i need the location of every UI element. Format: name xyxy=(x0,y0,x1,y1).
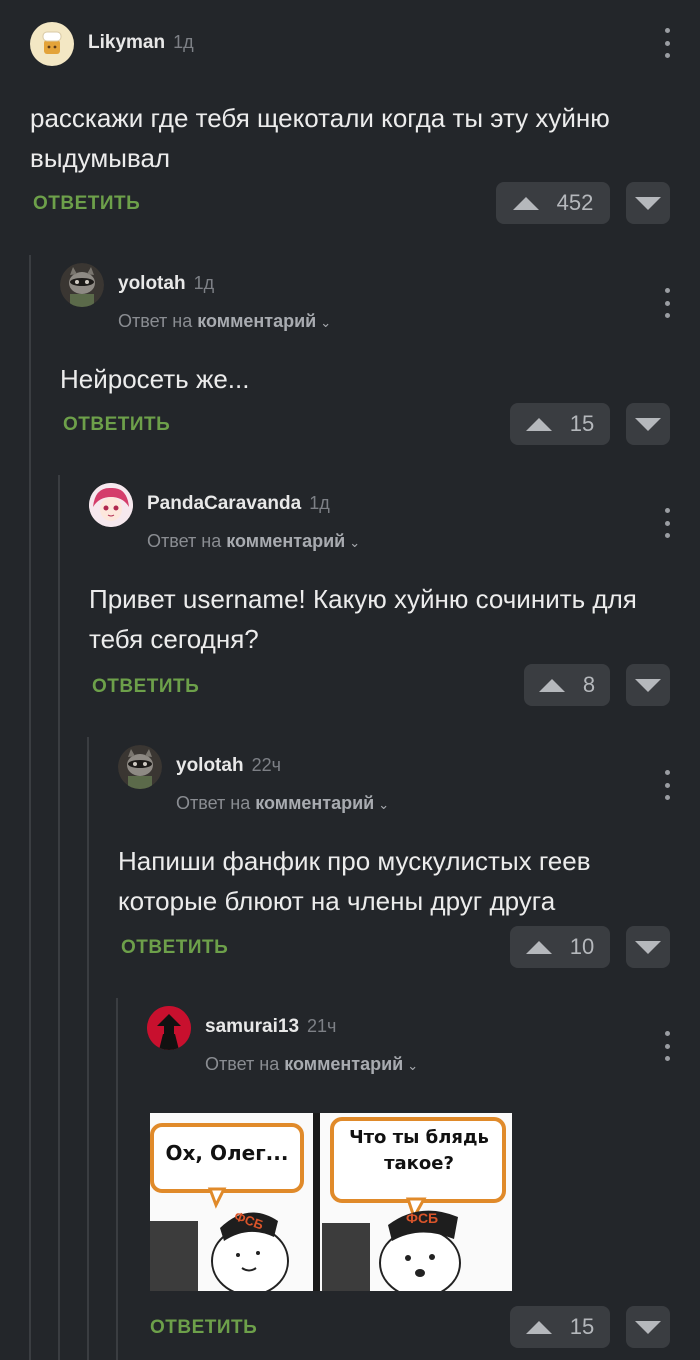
reply-to-link[interactable]: Ответ на комментарий ⌄ xyxy=(147,531,360,552)
chef-avatar-icon[interactable] xyxy=(30,22,74,66)
arrow-down-icon xyxy=(635,1320,661,1334)
comment-time: 21ч xyxy=(307,1016,337,1036)
arrow-down-icon xyxy=(635,196,661,210)
arrow-up-icon xyxy=(525,940,552,954)
more-options-icon[interactable] xyxy=(664,288,670,318)
downvote-button[interactable] xyxy=(626,182,670,224)
thread-line-2 xyxy=(58,475,60,1360)
reply-to-link[interactable]: Ответ на комментарий ⌄ xyxy=(176,793,389,814)
comment: samurai13 21ч Ответ на комментарий ⌄ ОТВЕТ… xyxy=(147,1006,700,1338)
vote-count: 15 xyxy=(569,1314,595,1339)
arrow-down-icon xyxy=(635,940,661,954)
samurai-avatar-icon[interactable] xyxy=(147,1006,191,1050)
more-options-icon[interactable] xyxy=(664,770,670,800)
arrow-up-icon xyxy=(525,417,552,431)
comment-author[interactable]: samurai13 21ч xyxy=(205,1016,336,1038)
comment: Likyman 1д расскажи где тебя щекотали ког… xyxy=(30,22,700,214)
meme-left-bubble: Ох, Олег... xyxy=(165,1141,289,1165)
upvote-button[interactable]: 452 xyxy=(496,182,610,224)
arrow-down-icon xyxy=(635,678,661,692)
chevron-down-icon: ⌄ xyxy=(378,797,390,812)
downvote-button[interactable] xyxy=(626,403,670,445)
comment-text: расскажи где тебя щекотали когда ты эту … xyxy=(30,103,610,173)
comment-time: 22ч xyxy=(251,755,281,775)
reply-button[interactable]: ОТВЕТИТЬ xyxy=(63,414,170,436)
thread-line-4 xyxy=(116,998,118,1360)
comment-time: 1д xyxy=(173,32,194,52)
chevron-down-icon: ⌄ xyxy=(349,535,361,550)
comment-time: 1д xyxy=(309,493,330,513)
comment-time: 1д xyxy=(193,273,215,293)
arrow-up-icon xyxy=(538,678,565,692)
comment-text: Привет username! Какую хуйню сочинить дл… xyxy=(89,584,637,654)
raccoon-avatar-icon[interactable] xyxy=(118,745,162,789)
comment: yolotah 22ч Ответ на комментарий ⌄ Напиши … xyxy=(118,745,700,958)
anime-girl-avatar-icon[interactable] xyxy=(89,483,133,527)
upvote-button[interactable]: 15 xyxy=(510,1306,610,1348)
comment-text: Нейросеть же... xyxy=(60,364,250,394)
more-options-icon[interactable] xyxy=(664,1031,670,1061)
thread-line-1 xyxy=(29,255,31,1360)
thread-line-3 xyxy=(87,737,89,1360)
reply-button[interactable]: ОТВЕТИТЬ xyxy=(121,937,228,959)
meme-image[interactable]: Ох, Олег... Что ты блядь такое? ФСБ ФСБ xyxy=(150,1113,512,1291)
chevron-down-icon: ⌄ xyxy=(320,315,332,330)
reply-button[interactable]: ОТВЕТИТЬ xyxy=(33,193,140,215)
downvote-button[interactable] xyxy=(626,664,670,706)
comment-author[interactable]: yolotah 1д xyxy=(118,273,214,295)
comment: PandaCaravanda 1д Ответ на комментарий ⌄ П… xyxy=(89,483,700,697)
more-options-icon[interactable] xyxy=(664,508,670,538)
upvote-button[interactable]: 10 xyxy=(510,926,610,968)
more-options-icon[interactable] xyxy=(664,28,670,58)
reply-to-link[interactable]: Ответ на комментарий ⌄ xyxy=(118,311,331,332)
vote-count: 15 xyxy=(569,411,595,436)
comment-author[interactable]: yolotah 22ч xyxy=(176,755,281,777)
comment-text: Напиши фанфик про мускулистых геев котор… xyxy=(118,846,591,916)
meme-right-bubble: Что ты блядь такое? xyxy=(349,1127,489,1174)
vote-count: 452 xyxy=(556,190,594,215)
comment: yolotah 1д Ответ на комментарий ⌄ Нейросет… xyxy=(60,263,700,435)
downvote-button[interactable] xyxy=(626,926,670,968)
arrow-down-icon xyxy=(635,417,661,431)
comment-author[interactable]: PandaCaravanda 1д xyxy=(147,493,330,515)
comment-author[interactable]: Likyman 1д xyxy=(88,32,194,54)
downvote-button[interactable] xyxy=(626,1306,670,1348)
arrow-up-icon xyxy=(512,196,539,210)
vote-count: 8 xyxy=(582,672,596,697)
upvote-button[interactable]: 15 xyxy=(510,403,610,445)
vote-count: 10 xyxy=(569,934,595,959)
chevron-down-icon: ⌄ xyxy=(407,1058,419,1073)
reply-to-link[interactable]: Ответ на комментарий ⌄ xyxy=(205,1054,418,1075)
upvote-button[interactable]: 8 xyxy=(524,664,610,706)
meme-cap-text-right: ФСБ xyxy=(406,1210,439,1226)
reply-button[interactable]: ОТВЕТИТЬ xyxy=(150,1317,257,1339)
reply-button[interactable]: ОТВЕТИТЬ xyxy=(92,676,199,698)
arrow-up-icon xyxy=(525,1320,552,1334)
raccoon-avatar-icon[interactable] xyxy=(60,263,104,307)
